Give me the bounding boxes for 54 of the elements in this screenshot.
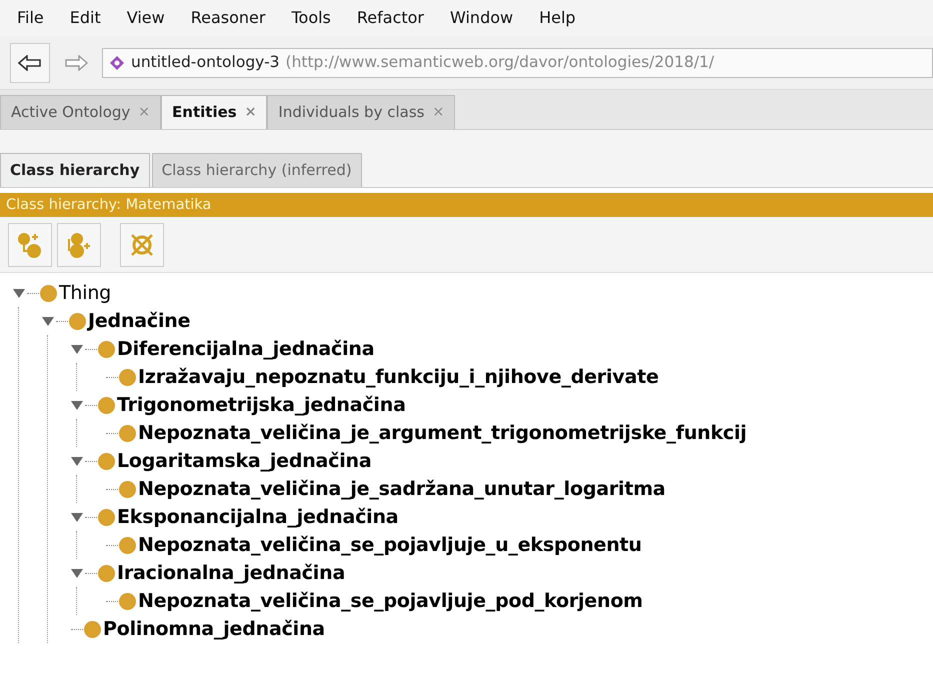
forward-arrow-icon bbox=[64, 54, 88, 70]
tab[interactable]: Class hierarchy bbox=[0, 153, 150, 187]
class-label[interactable]: Eksponancijalna_jednačina bbox=[117, 502, 398, 532]
expand-toggle-icon[interactable] bbox=[70, 342, 84, 356]
menu-item[interactable]: View bbox=[114, 6, 178, 30]
address-field[interactable]: untitled-ontology-3 (http://www.semanticweb.org/davor/ontologies/2018/1/ bbox=[102, 48, 933, 78]
class-label[interactable]: Jednačine bbox=[88, 306, 190, 336]
menu-item[interactable]: Edit bbox=[56, 6, 114, 30]
diamond-icon bbox=[109, 54, 125, 70]
menu-item[interactable]: Refactor bbox=[344, 6, 438, 30]
class-icon bbox=[98, 396, 115, 414]
class-icon bbox=[98, 340, 115, 358]
ontology-iri: (http://www.semanticweb.org/davor/ontologies/2018/1/ bbox=[286, 52, 714, 73]
expand-toggle-icon[interactable] bbox=[70, 510, 84, 524]
expand-toggle-icon[interactable] bbox=[70, 454, 84, 468]
class-label[interactable]: Izražavaju_nepoznatu_funkciju_i_njihove_derivate bbox=[138, 362, 659, 392]
class-icon bbox=[119, 480, 136, 498]
menu-item[interactable]: Help bbox=[526, 6, 589, 30]
class-label[interactable]: Polinomna_jednačina bbox=[103, 614, 325, 644]
class-icon bbox=[98, 452, 115, 470]
expand-toggle-icon[interactable] bbox=[70, 398, 84, 412]
class-label[interactable]: Nepoznata_veličina_se_pojavljuje_pod_korjenom bbox=[138, 586, 643, 616]
tab[interactable]: Entities × bbox=[161, 95, 268, 129]
ontology-name: untitled-ontology-3 bbox=[131, 52, 280, 73]
class-icon bbox=[119, 424, 136, 442]
panel-title: Class hierarchy: Matematika bbox=[0, 193, 933, 217]
tab[interactable]: Individuals by class × bbox=[267, 95, 456, 129]
class-icon bbox=[40, 284, 57, 302]
class-icon bbox=[98, 508, 115, 526]
menu-item[interactable]: Reasoner bbox=[178, 6, 278, 30]
class-icon bbox=[69, 312, 86, 330]
tab[interactable]: Class hierarchy (inferred) bbox=[152, 153, 362, 187]
class-label[interactable]: Thing bbox=[59, 278, 112, 308]
menu-item[interactable]: File bbox=[4, 6, 57, 30]
tab[interactable]: Active Ontology × bbox=[0, 95, 162, 129]
class-label[interactable]: Diferencijalna_jednačina bbox=[117, 334, 374, 364]
back-button[interactable] bbox=[10, 42, 50, 82]
class-icon bbox=[119, 368, 136, 386]
menu-item[interactable]: Window bbox=[437, 6, 526, 30]
class-icon bbox=[119, 592, 136, 610]
class-label[interactable]: Logaritamska_jednačina bbox=[117, 446, 372, 476]
back-arrow-icon bbox=[18, 54, 42, 70]
expand-toggle-icon[interactable] bbox=[41, 314, 55, 328]
class-label[interactable]: Nepoznata_veličina_se_pojavljuje_u_eksponentu bbox=[138, 530, 642, 560]
class-icon bbox=[98, 564, 115, 582]
class-icon bbox=[119, 536, 136, 554]
expand-toggle-icon[interactable] bbox=[70, 566, 84, 580]
class-label[interactable]: Trigonometrijska_jednačina bbox=[117, 390, 406, 420]
menu-item[interactable]: Tools bbox=[278, 6, 344, 30]
class-label[interactable]: Nepoznata_veličina_je_argument_trigonometrijske_funkcij bbox=[138, 418, 747, 448]
class-label[interactable]: Iracionalna_jednačina bbox=[117, 558, 346, 588]
class-icon bbox=[84, 620, 101, 638]
class-label[interactable]: Nepoznata_veličina_je_sadržana_unutar_logaritma bbox=[138, 474, 666, 504]
expand-toggle-icon[interactable] bbox=[12, 286, 26, 300]
